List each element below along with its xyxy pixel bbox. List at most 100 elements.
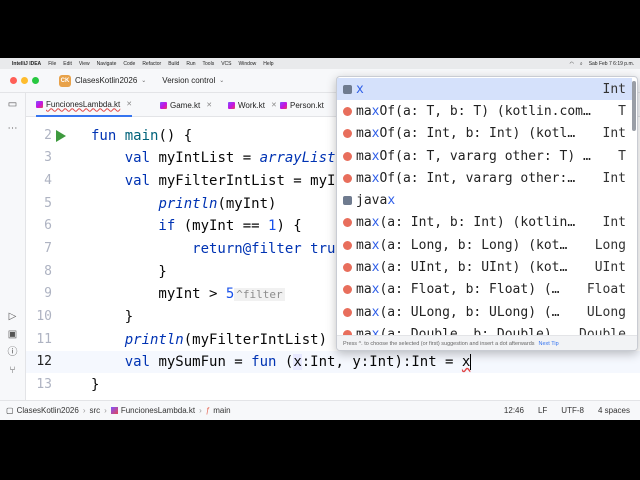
code-line-11: println(myFilterIntList) [124, 332, 328, 348]
folder-icon[interactable]: ▭ [6, 99, 19, 111]
property-icon [343, 84, 352, 94]
method-icon [343, 129, 352, 139]
close-tab-icon[interactable]: ✕ [126, 100, 132, 108]
run-main-icon[interactable] [56, 130, 66, 142]
tab-person[interactable]: Person.kt [280, 93, 324, 117]
code-line-3: val myIntList = arrayList [91, 150, 336, 166]
menu-edit[interactable]: Edit [63, 61, 72, 67]
method-icon [343, 218, 352, 228]
suggestion-type: Long [594, 237, 626, 253]
tab-label: Person.kt [290, 100, 324, 110]
line-number: 5 [44, 196, 52, 211]
menu-tools[interactable]: Tools [203, 61, 215, 67]
line-number: 10 [36, 309, 52, 324]
suggestion-item[interactable]: maxOf(a: T, vararg other: T) … T [337, 145, 632, 167]
code-line-12: val mySumFun = fun (x:Int, y:Int):Int = … [91, 354, 472, 370]
search-icon[interactable]: ⌕ [580, 61, 583, 67]
terminal-icon[interactable]: ▣ [6, 329, 19, 341]
menu-build[interactable]: Build [168, 61, 179, 67]
menu-vcs[interactable]: VCS [221, 61, 231, 67]
suggestion-text: x [356, 81, 364, 97]
breadcrumb-src[interactable]: src [90, 406, 101, 415]
code-line-4: val myFilterIntList = myI [91, 173, 336, 189]
project-selector[interactable]: CK ClasesKotlin2026 ⌄ [59, 74, 146, 87]
tool-window-strip: ▭ ⋯ ▷ ▣ ⓘ ⑂ [0, 93, 26, 400]
file-encoding[interactable]: UTF-8 [561, 406, 584, 415]
suggestion-text: maxOf(a: Int, vararg other:… [356, 170, 576, 186]
structure-icon[interactable]: ⋯ [6, 123, 19, 135]
zoom-window-icon[interactable] [32, 77, 39, 84]
suggestion-item[interactable]: max(a: UInt, b: UInt) (kot… UInt [337, 256, 632, 278]
kotlin-file-icon [36, 100, 43, 108]
tab-label: Work.kt [238, 100, 265, 110]
breadcrumb-separator: › [82, 406, 86, 415]
suggestion-item[interactable]: javax [337, 190, 632, 212]
breadcrumb-project[interactable]: ▢ ClasesKotlin2026 [6, 406, 79, 415]
menu-view[interactable]: View [79, 61, 90, 67]
code-line-7: return@filter tru [91, 241, 336, 257]
project-icon: ▢ [6, 406, 14, 415]
text-caret [470, 354, 472, 370]
suggestion-item[interactable]: max(a: Long, b: Long) (kot… Long [337, 234, 632, 256]
method-icon [343, 285, 352, 295]
kotlin-file-icon [110, 407, 118, 414]
menu-code[interactable]: Code [123, 61, 135, 67]
tab-work[interactable]: Work.kt ✕ [228, 93, 277, 117]
git-icon[interactable]: ⑂ [6, 365, 19, 377]
close-tab-icon[interactable]: ✕ [206, 101, 212, 109]
wifi-icon[interactable]: ◠ [570, 61, 574, 67]
suggestion-item[interactable]: maxOf(a: T, b: T) (kotlin.com… T [337, 100, 632, 122]
menu-app-name[interactable]: IntelliJ IDEA [12, 61, 41, 67]
suggestion-item[interactable]: maxOf(a: Int, vararg other:… Int [337, 167, 632, 189]
run-tool-icon[interactable]: ▷ [6, 311, 19, 323]
menu-help[interactable]: Help [263, 61, 273, 67]
suggestion-item[interactable]: max(a: Float, b: Float) (… Float [337, 279, 632, 301]
line-number: 9 [44, 286, 52, 301]
code-line-6: if (myInt == 1) { [91, 218, 302, 234]
line-separator[interactable]: LF [538, 406, 547, 415]
menubar-clock[interactable]: Sab Feb 7 6:19 p.m. [589, 61, 634, 67]
project-badge: CK [59, 74, 71, 87]
method-icon [343, 240, 352, 250]
status-bar: ▢ ClasesKotlin2026 › src › FuncionesLambd… [0, 400, 640, 420]
method-icon [343, 151, 352, 161]
indent-setting[interactable]: 4 spaces [598, 406, 630, 415]
popup-scrollbar[interactable] [632, 81, 636, 131]
code-line-2: fun main() { [91, 128, 193, 144]
chevron-down-icon: ⌄ [219, 78, 225, 84]
version-control-label: Version control [162, 76, 216, 85]
suggestion-text: max(a: Int, b: Int) (kotlin… [356, 215, 576, 231]
suggestion-item[interactable]: max(a: ULong, b: ULong) (… ULong [337, 301, 632, 323]
line-number: 4 [44, 173, 52, 188]
tab-funcioneslambda[interactable]: FuncionesLambda.kt ✕ [36, 93, 133, 117]
suggestion-type: Int [602, 170, 626, 186]
breadcrumb-function[interactable]: ƒ main [206, 406, 231, 415]
code-line-10: } [91, 309, 134, 325]
suggestion-type: T [618, 103, 626, 119]
tab-game[interactable]: Game.kt ✕ [160, 93, 212, 117]
close-window-icon[interactable] [10, 77, 17, 84]
suggestion-item[interactable]: x Int [337, 78, 632, 101]
suggestion-type: Float [586, 282, 626, 298]
minimize-window-icon[interactable] [21, 77, 28, 84]
version-control-selector[interactable]: Version control ⌄ [162, 76, 224, 85]
menu-file[interactable]: File [48, 61, 56, 67]
suggestion-item[interactable]: maxOf(a: Int, b: Int) (kotl… Int [337, 123, 632, 145]
method-icon [343, 106, 352, 116]
next-tip-link[interactable]: Next Tip [539, 341, 559, 347]
problems-icon[interactable]: ⓘ [6, 347, 19, 359]
function-icon: ƒ [205, 406, 211, 415]
menu-window[interactable]: Window [239, 61, 257, 67]
autocomplete-popup: x Int maxOf(a: T, b: T) (kotlin.com… TmaxOf… [336, 76, 638, 351]
menu-refactor[interactable]: Refactor [142, 61, 161, 67]
close-tab-icon[interactable]: ✕ [271, 101, 277, 109]
line-number-current: 12 [36, 354, 52, 369]
code-line-5: println(myInt) [158, 196, 277, 212]
caret-position[interactable]: 12:46 [504, 406, 524, 415]
suggestion-item[interactable]: max(a: Int, b: Int) (kotlin… Int [337, 212, 632, 234]
menu-run[interactable]: Run [186, 61, 195, 67]
popup-footer: Press ^. to choose the selected (or firs… [337, 335, 637, 350]
menu-navigate[interactable]: Navigate [97, 61, 117, 67]
suggestion-type: ULong [586, 304, 626, 320]
breadcrumb-file[interactable]: FuncionesLambda.kt [110, 406, 195, 415]
